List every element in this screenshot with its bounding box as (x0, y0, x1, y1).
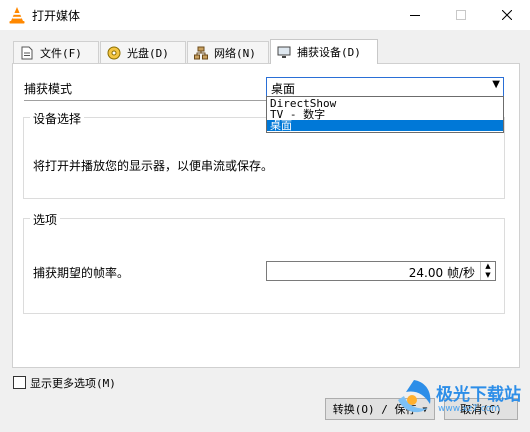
tab-disc[interactable]: 光盘(D) (100, 41, 186, 63)
options-title: 选项 (30, 211, 61, 228)
capture-mode-dropdown: DirectShow TV - 数字 桌面 (266, 96, 504, 133)
watermark-icon (398, 380, 431, 413)
network-icon (194, 46, 208, 60)
tab-disc-label: 光盘(D) (127, 46, 169, 60)
frame-rate-label: 捕获期望的帧率。 (33, 266, 130, 280)
maximize-button[interactable] (438, 0, 484, 30)
divider (24, 100, 266, 101)
tab-capture-device-label: 捕获设备(D) (297, 46, 361, 59)
file-icon (20, 46, 34, 60)
spin-buttons: ▲ ▼ (480, 262, 495, 280)
watermark-text: 极光下载站 (436, 385, 521, 405)
disc-icon (107, 46, 121, 60)
show-more-options-label: 显示更多选项(M) (30, 377, 116, 390)
frame-rate-value: 24.00 帧/秒 (408, 266, 475, 280)
dropdown-option-tv-digital[interactable]: TV - 数字 (267, 109, 503, 120)
window-title: 打开媒体 (32, 9, 81, 23)
show-more-options-checkbox[interactable] (13, 376, 26, 389)
chevron-down-icon: ▼ (492, 79, 500, 90)
spin-up-icon[interactable]: ▲ (481, 262, 495, 271)
watermark-logo: 极光下载站 www.xz7.com (392, 374, 528, 428)
capture-mode-select[interactable]: 桌面 ▼ (266, 77, 504, 97)
minimize-button[interactable] (392, 0, 438, 30)
device-description: 将打开并播放您的显示器，以便串流或保存。 (33, 159, 274, 173)
capture-mode-label: 捕获模式 (24, 82, 73, 96)
watermark-subtext: www.xz7.com (438, 404, 500, 414)
capture-mode-value: 桌面 (271, 82, 296, 96)
vlc-cone-icon (8, 6, 26, 24)
tab-file[interactable]: 文件(F) (13, 41, 99, 63)
close-icon (502, 10, 512, 20)
frame-rate-spinbox[interactable]: 24.00 帧/秒 ▲ ▼ (266, 261, 496, 281)
dropdown-option-desktop[interactable]: 桌面 (267, 120, 503, 131)
maximize-icon (456, 10, 466, 20)
tab-network-label: 网络(N) (214, 46, 256, 60)
minimize-icon (410, 15, 420, 16)
spin-down-icon[interactable]: ▼ (481, 271, 495, 280)
close-button[interactable] (484, 0, 530, 30)
device-selection-title: 设备选择 (30, 110, 85, 127)
title-bar: 打开媒体 (0, 0, 530, 30)
capture-device-icon (277, 45, 291, 59)
tab-network[interactable]: 网络(N) (187, 41, 269, 63)
tab-capture-device[interactable]: 捕获设备(D) (270, 39, 378, 64)
tab-file-label: 文件(F) (40, 46, 82, 60)
